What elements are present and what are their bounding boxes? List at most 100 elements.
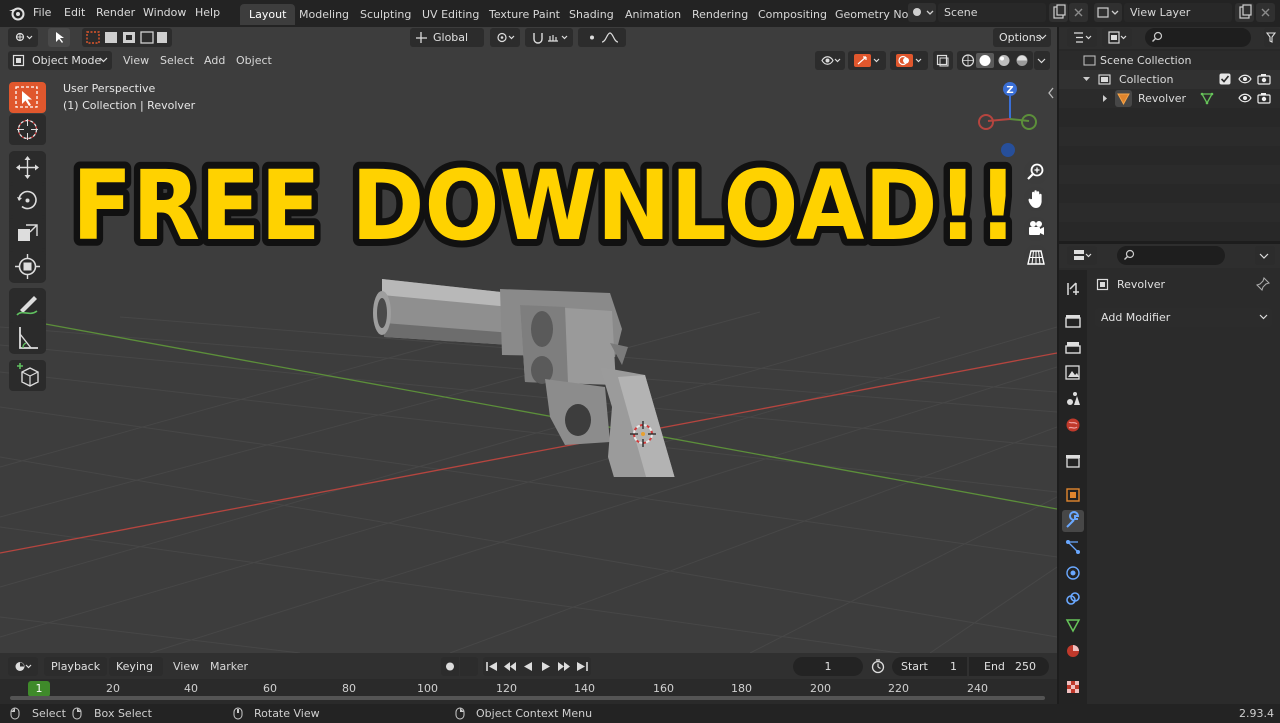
playback-menu[interactable]: Playback: [44, 657, 107, 676]
scene-name-field[interactable]: Scene: [938, 3, 1046, 22]
measure-tool-icon[interactable]: [9, 322, 46, 353]
modifier-tab-icon[interactable]: [1062, 510, 1084, 532]
play-icon[interactable]: [537, 657, 555, 676]
tab-sculpting[interactable]: Sculpting: [351, 4, 420, 25]
texture-tab-icon[interactable]: [1062, 676, 1084, 698]
tab-compositing[interactable]: Compositing: [749, 4, 836, 25]
view-layer-name-field[interactable]: View Layer: [1124, 3, 1232, 22]
add-modifier-dropdown[interactable]: Add Modifier: [1095, 308, 1272, 327]
gizmo-toggle-icon[interactable]: [848, 51, 886, 70]
render-tab-icon[interactable]: [1062, 310, 1084, 332]
visibility-dropdown-icon[interactable]: [815, 51, 845, 70]
menu-window[interactable]: Window: [143, 6, 186, 19]
object-tab-icon[interactable]: [1062, 484, 1084, 506]
auto-keying-icon[interactable]: [460, 657, 478, 676]
menu-help[interactable]: Help: [195, 6, 220, 19]
menu-object[interactable]: Object: [236, 54, 272, 67]
play-reverse-icon[interactable]: [519, 657, 537, 676]
scene-tab-icon[interactable]: [1062, 388, 1084, 410]
menu-select[interactable]: Select: [160, 54, 194, 67]
display-mode-icon[interactable]: [1102, 28, 1132, 47]
current-frame-field[interactable]: 1: [793, 657, 863, 676]
annotate-tool-icon[interactable]: [9, 289, 46, 320]
editor-type-icon[interactable]: [8, 28, 38, 47]
xray-toggle-icon[interactable]: [933, 51, 953, 70]
outliner-search-input[interactable]: [1145, 28, 1251, 47]
menu-file[interactable]: File: [33, 6, 51, 19]
new-scene-icon[interactable]: [1049, 3, 1068, 22]
constraints-tab-icon[interactable]: [1062, 588, 1084, 610]
tab-geometry-nodes[interactable]: Geometry No: [826, 4, 917, 25]
jump-keyframe-forward-icon[interactable]: [555, 657, 573, 676]
render-camera-icon[interactable]: [1257, 92, 1271, 104]
jump-start-icon[interactable]: [483, 657, 501, 676]
filter-icon[interactable]: [1264, 28, 1280, 47]
collection-tab-icon[interactable]: [1062, 450, 1084, 472]
outliner-row-collection[interactable]: Collection: [1059, 70, 1280, 89]
timeline-editor-type-icon[interactable]: [8, 657, 38, 676]
material-tab-icon[interactable]: [1062, 640, 1084, 662]
particles-tab-icon[interactable]: [1062, 536, 1084, 558]
select-mode-icons[interactable]: [82, 28, 172, 47]
transform-tool-icon[interactable]: [9, 251, 46, 282]
timeline-menu-marker[interactable]: Marker: [210, 660, 248, 673]
world-tab-icon[interactable]: [1062, 414, 1084, 436]
menu-render[interactable]: Render: [96, 6, 135, 19]
preview-range-icon[interactable]: [869, 657, 887, 676]
timeline-menu-view[interactable]: View: [173, 660, 199, 673]
menu-add[interactable]: Add: [204, 54, 225, 67]
3d-viewport[interactable]: Global Options Object Mode View Select A…: [0, 27, 1057, 653]
jump-keyframe-back-icon[interactable]: [501, 657, 519, 676]
options-dropdown[interactable]: Options: [993, 28, 1051, 47]
properties-editor-type-icon[interactable]: [1067, 246, 1097, 265]
shading-options-chevron-icon[interactable]: [1034, 51, 1050, 70]
menu-view[interactable]: View: [123, 54, 149, 67]
navigation-gizmo[interactable]: Z: [974, 79, 1046, 157]
menu-edit[interactable]: Edit: [64, 6, 85, 19]
current-frame-indicator[interactable]: 1: [28, 681, 50, 697]
properties-options-chevron-icon[interactable]: [1255, 246, 1275, 265]
jump-end-icon[interactable]: [573, 657, 591, 676]
delete-scene-icon[interactable]: [1069, 3, 1088, 22]
visibility-eye-icon[interactable]: [1238, 92, 1252, 104]
tab-shading[interactable]: Shading: [560, 4, 623, 25]
pivot-point-icon[interactable]: [490, 28, 520, 47]
physics-tab-icon[interactable]: [1062, 562, 1084, 584]
pin-icon[interactable]: [1256, 277, 1270, 291]
outliner-row-revolver[interactable]: Revolver: [1059, 89, 1280, 108]
sidebar-collapse-chevron-icon[interactable]: [1047, 87, 1055, 99]
output-tab-icon[interactable]: [1062, 336, 1084, 358]
proportional-editing-icon[interactable]: [578, 28, 626, 47]
timeline-scrollbar[interactable]: [10, 696, 1045, 700]
shading-mode-icons[interactable]: [957, 51, 1033, 70]
keying-menu[interactable]: Keying: [109, 657, 163, 676]
exclude-checkbox-icon[interactable]: [1219, 73, 1231, 85]
overlay-toggle-icon[interactable]: [890, 51, 928, 70]
add-cube-tool-icon[interactable]: [9, 360, 46, 391]
outliner-editor-type-icon[interactable]: [1067, 28, 1097, 47]
scene-selector-icon[interactable]: [908, 3, 936, 22]
view-layer-selector-icon[interactable]: [1094, 3, 1122, 22]
object-mode-dropdown[interactable]: Object Mode: [8, 51, 112, 70]
visibility-eye-icon[interactable]: [1238, 73, 1252, 85]
select-box-tool-icon[interactable]: [9, 82, 46, 113]
mesh-data-tab-icon[interactable]: [1062, 614, 1084, 636]
tab-modeling[interactable]: Modeling: [290, 4, 358, 25]
mesh-data-icon[interactable]: [1200, 92, 1214, 105]
record-keyframe-icon[interactable]: [441, 657, 459, 676]
tab-rendering[interactable]: Rendering: [683, 4, 757, 25]
tab-uv-editing[interactable]: UV Editing: [413, 4, 488, 25]
tab-animation[interactable]: Animation: [616, 4, 690, 25]
outliner-row-scene-collection[interactable]: Scene Collection: [1059, 51, 1280, 70]
view-layer-tab-icon[interactable]: [1062, 362, 1084, 384]
tweak-select-icon[interactable]: [48, 28, 70, 47]
expand-chevron-icon[interactable]: [1082, 75, 1091, 84]
delete-view-layer-icon[interactable]: [1256, 3, 1275, 22]
tab-texture-paint[interactable]: Texture Paint: [480, 4, 569, 25]
blender-logo-icon[interactable]: [8, 5, 26, 21]
transform-orientation-dropdown[interactable]: Global: [410, 28, 484, 47]
tool-settings-tab-icon[interactable]: [1062, 278, 1084, 300]
start-frame-field[interactable]: Start 1: [892, 657, 967, 676]
render-camera-icon[interactable]: [1257, 73, 1271, 85]
new-view-layer-icon[interactable]: [1235, 3, 1254, 22]
